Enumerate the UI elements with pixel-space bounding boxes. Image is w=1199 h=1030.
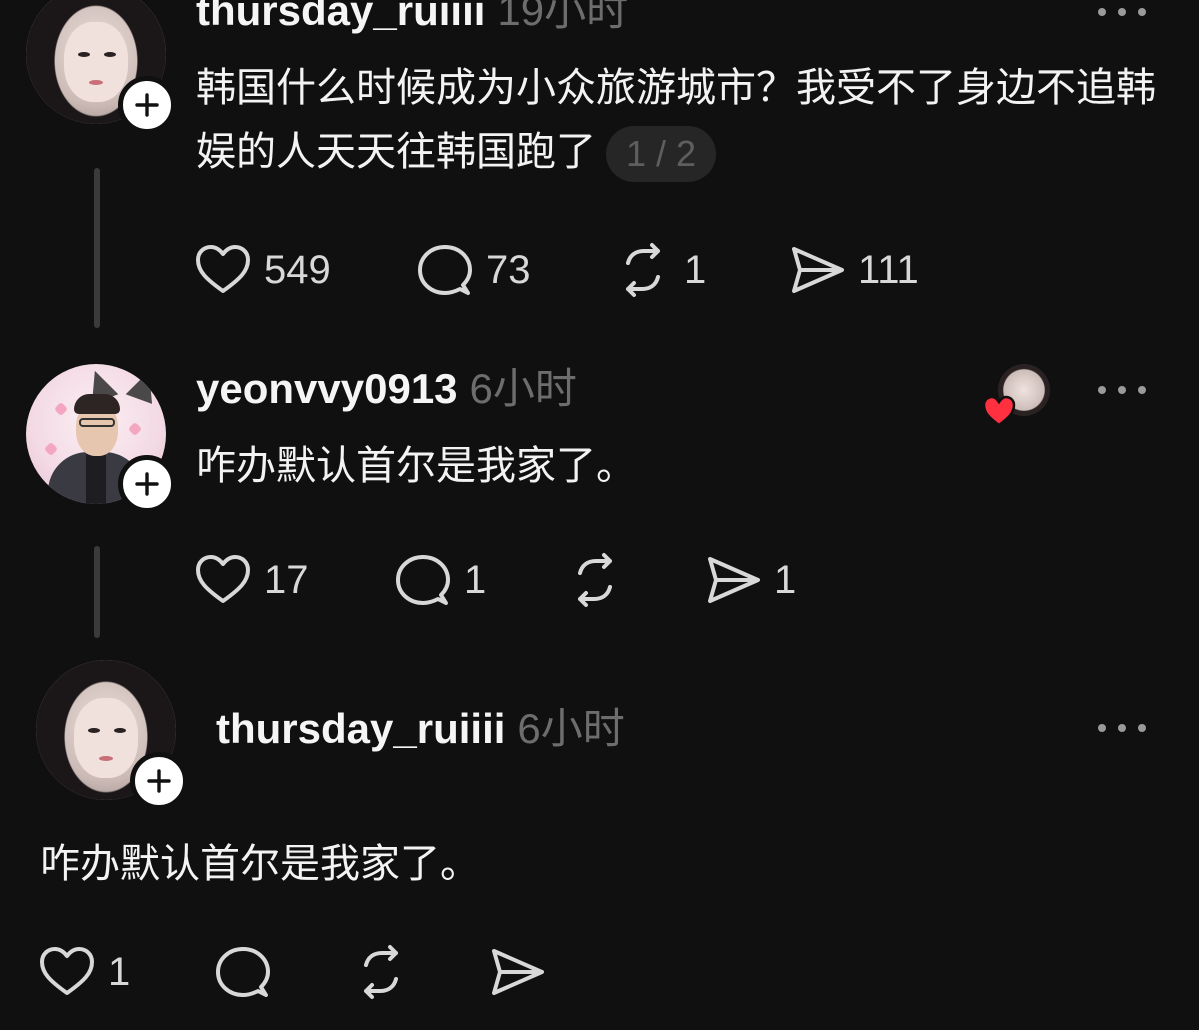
post-text: 咋办默认首尔是我家了。 [40, 841, 480, 887]
action-bar: 1 [38, 942, 578, 1002]
comment-button[interactable] [214, 942, 284, 1002]
send-icon [492, 949, 544, 995]
plus-icon [147, 769, 171, 793]
more-dots-icon[interactable] [1098, 720, 1146, 736]
follow-button[interactable] [130, 752, 188, 810]
username[interactable]: thursday_ruiiii 6小时 [216, 704, 625, 754]
heart-icon [40, 947, 94, 995]
like-button[interactable]: 1 [38, 942, 130, 1002]
username-text[interactable]: thursday_ruiiii [216, 705, 505, 752]
post-3: thursday_ruiiii 6小时 咋办默认首尔是我家了。 1 [0, 0, 1199, 1030]
repost-icon [364, 945, 398, 999]
comment-bubble-icon [216, 947, 270, 997]
repost-button[interactable] [352, 942, 422, 1002]
share-button[interactable] [488, 942, 558, 1002]
like-count: 1 [108, 949, 131, 994]
timestamp: 6小时 [517, 705, 625, 752]
